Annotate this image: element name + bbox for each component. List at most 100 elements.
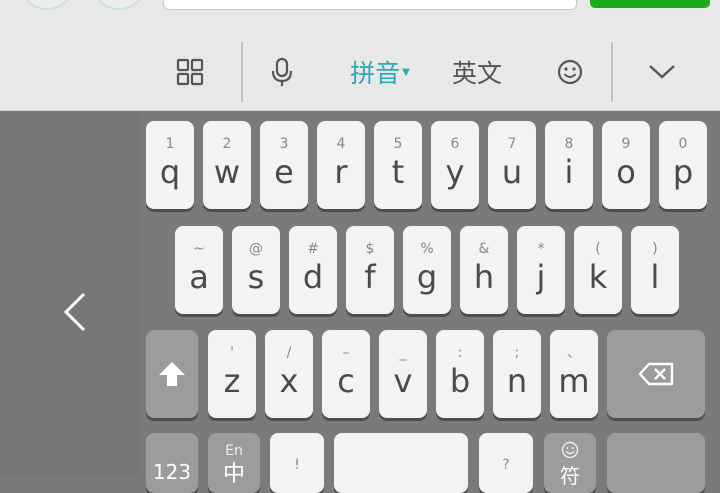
backspace-icon xyxy=(638,362,674,386)
key-label: b xyxy=(449,362,471,400)
key-secondary-label: ! xyxy=(294,457,300,473)
hide-keyboard-button[interactable] xyxy=(640,42,684,102)
key-t[interactable]: 5t xyxy=(374,121,422,209)
key-n[interactable]: ; n xyxy=(493,330,541,418)
shift-arrow-icon xyxy=(159,362,185,386)
key-r[interactable]: 4r xyxy=(317,121,365,209)
key-secondary-label: 4 xyxy=(336,136,346,152)
key-i[interactable]: 8i xyxy=(545,121,593,209)
key-d[interactable]: # d xyxy=(289,226,337,314)
key-label: l xyxy=(650,258,660,296)
key-secondary-label: _ xyxy=(399,345,407,361)
message-input[interactable] xyxy=(163,0,577,10)
key-label: t xyxy=(391,153,405,191)
smiley-icon xyxy=(557,59,583,85)
key-q[interactable]: 1q xyxy=(146,121,194,209)
key-y[interactable]: 6y xyxy=(431,121,479,209)
enter-key[interactable] xyxy=(607,433,705,493)
key-secondary-label: ? xyxy=(502,457,510,473)
key-secondary-label: ; xyxy=(514,345,520,361)
toolbar-divider xyxy=(611,42,613,102)
key-label: n xyxy=(506,362,528,400)
key-label: w xyxy=(213,153,241,191)
key-h[interactable]: & h xyxy=(460,226,508,314)
pinyin-label: 拼音 xyxy=(350,59,401,88)
key-label: p xyxy=(672,153,694,191)
pinyin-mode-tab[interactable]: 拼音 ▼ xyxy=(340,42,420,102)
key-secondary-label: ' xyxy=(230,345,234,361)
microphone-icon xyxy=(271,57,293,86)
key-secondary-label: 0 xyxy=(678,136,688,152)
key-secondary-label: @ xyxy=(249,241,263,257)
key-s[interactable]: @ s xyxy=(232,226,280,314)
emoji-button[interactable] xyxy=(552,42,588,102)
left-panel xyxy=(0,111,140,475)
backspace-key[interactable] xyxy=(607,330,705,418)
send-button[interactable] xyxy=(590,0,710,8)
chat-input-bar xyxy=(0,0,720,42)
key-p[interactable]: 0p xyxy=(659,121,707,209)
voice-toggle-button[interactable] xyxy=(18,0,76,10)
keyboard: 1q 2w 3e 4r 5t 6y 7u 8i 9o 0p ~ a @ s # d $… xyxy=(0,111,720,493)
language-switch-key[interactable]: En 中 xyxy=(208,433,260,493)
key-label: j xyxy=(536,258,546,296)
key-k[interactable]: (k xyxy=(574,226,622,314)
key-secondary-label: 1 xyxy=(165,136,175,152)
key-label: 符 xyxy=(560,464,580,488)
key-label: a xyxy=(189,258,209,296)
key-l[interactable]: ) l xyxy=(631,226,679,314)
key-label: g xyxy=(416,258,438,296)
key-secondary-label: 2 xyxy=(222,136,232,152)
key-secondary-label: En xyxy=(225,443,243,459)
key-secondary-label: ~ xyxy=(193,241,205,257)
key-m[interactable]: 、 m xyxy=(550,330,598,418)
key-a[interactable]: ~ a xyxy=(175,226,223,314)
key-j[interactable]: * j xyxy=(517,226,565,314)
key-f[interactable]: $ f xyxy=(346,226,394,314)
key-secondary-label: # xyxy=(307,241,319,257)
key-label: z xyxy=(223,362,241,400)
key-label: f xyxy=(364,258,376,296)
key-label: 123 xyxy=(152,460,192,484)
key-label: h xyxy=(473,258,495,296)
key-z[interactable]: ' z xyxy=(208,330,256,418)
key-label: o xyxy=(616,153,636,191)
key-x[interactable]: / x xyxy=(265,330,313,418)
key-secondary-label: ) xyxy=(652,241,658,257)
key-label: e xyxy=(274,153,294,191)
key-label: k xyxy=(588,258,608,296)
symbols-key[interactable]: 符 xyxy=(544,433,596,493)
key-c[interactable]: – c xyxy=(322,330,370,418)
question-key[interactable]: ? xyxy=(479,433,533,493)
key-u[interactable]: 7u xyxy=(488,121,536,209)
grid-menu-button[interactable] xyxy=(168,42,212,102)
key-w[interactable]: 2w xyxy=(203,121,251,209)
english-mode-tab[interactable]: 英文 xyxy=(442,42,512,102)
key-secondary-label: 6 xyxy=(450,136,460,152)
back-panel-button[interactable] xyxy=(60,291,90,337)
key-b[interactable]: :b xyxy=(436,330,484,418)
numbers-key[interactable]: 123 xyxy=(146,433,198,493)
key-label: c xyxy=(337,362,355,400)
caret-down-icon: ▼ xyxy=(402,66,410,78)
key-label: 中 xyxy=(222,462,245,487)
key-secondary-label: 7 xyxy=(507,136,517,152)
key-label: i xyxy=(564,153,574,191)
key-secondary-label: * xyxy=(537,241,545,257)
key-secondary-label: ( xyxy=(595,241,601,257)
key-g[interactable]: % g xyxy=(403,226,451,314)
key-label: m xyxy=(558,362,590,400)
key-e[interactable]: 3e xyxy=(260,121,308,209)
key-label: q xyxy=(159,153,181,191)
punctuation-key[interactable]: ! xyxy=(270,433,324,493)
key-o[interactable]: 9o xyxy=(602,121,650,209)
key-secondary-label: – xyxy=(342,345,350,361)
key-secondary-label: 、 xyxy=(567,345,581,361)
voice-input-button[interactable] xyxy=(264,42,300,102)
shift-key[interactable] xyxy=(146,330,198,418)
chevron-left-icon xyxy=(63,292,86,332)
key-label: r xyxy=(334,153,348,191)
key-v[interactable]: _ v xyxy=(379,330,427,418)
emoji-toggle-button[interactable] xyxy=(90,0,148,10)
space-key[interactable] xyxy=(334,433,468,493)
